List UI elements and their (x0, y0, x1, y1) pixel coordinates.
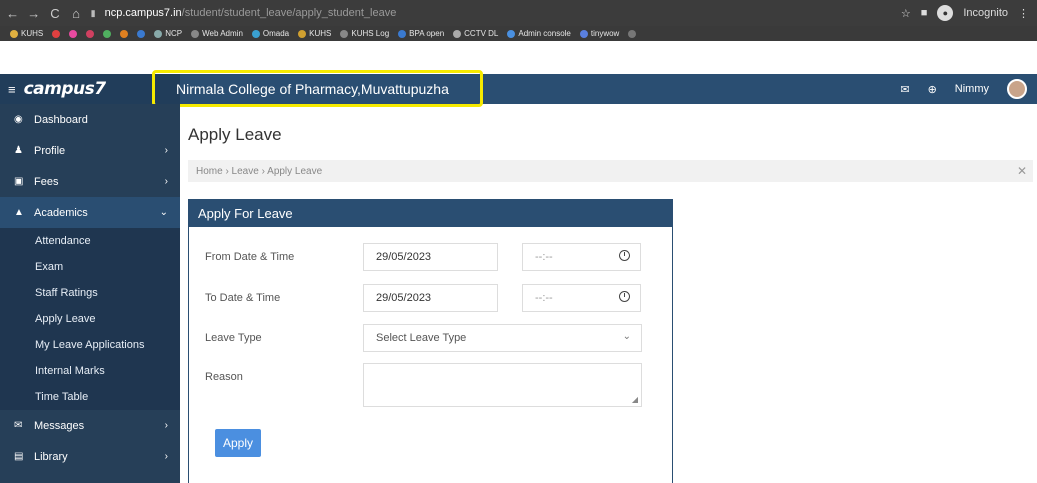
from-time-input[interactable]: --:-- (522, 243, 641, 271)
to-date-input[interactable]: 29/05/2023 (363, 284, 498, 312)
bookmarks-bar: KUHS NCP Web Admin Omada KUHS KUHS Log B… (0, 26, 1037, 41)
user-icon: ♟ (14, 145, 23, 156)
sidebar-subitem-apply-leave[interactable]: Apply Leave (0, 306, 180, 332)
sidebar-item-library[interactable]: ▤ Library › (0, 441, 180, 472)
header-actions: ✉ ⊕ Nimmy (900, 74, 1027, 104)
bookmark-item[interactable]: KUHS (10, 29, 43, 38)
sidebar-subitem-staff-ratings[interactable]: Staff Ratings (0, 280, 180, 306)
page-title: Apply Leave (188, 125, 282, 144)
sidebar-item-fees[interactable]: ▣ Fees › (0, 166, 180, 197)
bookmark-item[interactable]: Omada (251, 29, 289, 38)
bookmark-item[interactable]: tinywow (579, 29, 619, 38)
bookmark-item[interactable]: Admin console (507, 29, 571, 38)
envelope-icon[interactable]: ✉ (900, 83, 909, 96)
sidebar: ◉ Dashboard ♟ Profile › ▣ Fees › ▲ Acade… (0, 104, 180, 483)
envelope-icon: ✉ (14, 420, 23, 431)
sidebar-subitem-my-leave-applications[interactable]: My Leave Applications (0, 332, 180, 358)
bookmark-icon-only[interactable] (103, 29, 112, 38)
close-icon[interactable]: ✕ (1017, 164, 1027, 178)
bookmark-item[interactable]: CCTV DL (453, 29, 498, 38)
bookmark-item[interactable]: NCP (154, 29, 182, 38)
address-bar[interactable]: ▮ ncp.campus7.in /student/student_leave/… (91, 3, 901, 23)
book-icon: ▤ (14, 451, 24, 462)
highlight-annotation (152, 70, 483, 107)
leave-type-label: Leave Type (205, 332, 262, 344)
logo: campus7 (23, 79, 106, 99)
bookmark-icon-only[interactable] (69, 29, 78, 38)
sidebar-item-dashboard[interactable]: ◉ Dashboard (0, 104, 180, 135)
forward-icon[interactable]: → (25, 6, 42, 21)
chevron-down-icon: ⌄ (622, 331, 631, 342)
sidebar-subitem-attendance[interactable]: Attendance (0, 228, 180, 254)
browser-actions: ☆ ■ ● Incognito ⋮ (901, 5, 1037, 21)
avatar[interactable] (1007, 79, 1027, 99)
from-date-label: From Date & Time (205, 251, 295, 263)
sidebar-subitem-internal-marks[interactable]: Internal Marks (0, 358, 180, 384)
bookmark-icon-only[interactable] (628, 29, 637, 38)
sidebar-item-profile[interactable]: ♟ Profile › (0, 135, 180, 166)
breadcrumb-text[interactable]: Home › Leave › Apply Leave (196, 166, 322, 177)
chevron-right-icon: › (164, 451, 168, 462)
tab-icon[interactable]: ■ (921, 7, 928, 19)
help-icon[interactable]: ⊕ (928, 83, 937, 96)
graduation-cap-icon: ▲ (14, 207, 24, 218)
chevron-right-icon: › (164, 145, 168, 156)
bookmark-item[interactable]: KUHS (298, 29, 331, 38)
url-host: ncp.campus7.in (104, 7, 182, 19)
user-name[interactable]: Nimmy (955, 83, 989, 95)
leave-type-select[interactable]: Select Leave Type ⌄ (363, 324, 642, 352)
sidebar-item-academics[interactable]: ▲ Academics ⌄ (0, 197, 180, 228)
incognito-icon[interactable]: ● (937, 5, 954, 21)
sidebar-item-messages[interactable]: ✉ Messages › (0, 410, 180, 441)
apply-button[interactable]: Apply (215, 429, 261, 457)
hamburger-icon[interactable]: ≡ (8, 82, 16, 97)
bookmark-item[interactable]: BPA open (398, 29, 444, 38)
bookmark-icon-only[interactable] (52, 29, 61, 38)
clock-icon[interactable] (619, 250, 630, 261)
back-icon[interactable]: ← (4, 6, 21, 21)
breadcrumb: Home › Leave › Apply Leave ✕ (188, 160, 1033, 182)
resize-handle-icon[interactable]: ◢ (632, 395, 638, 404)
browser-toolbar: ← → C ⌂ ▮ ncp.campus7.in /student/studen… (0, 0, 1037, 26)
reason-label: Reason (205, 371, 243, 383)
bookmark-item[interactable]: Web Admin (191, 29, 243, 38)
bookmark-item[interactable]: KUHS Log (340, 29, 389, 38)
to-time-input[interactable]: --:-- (522, 284, 641, 312)
from-date-input[interactable]: 29/05/2023 (363, 243, 498, 271)
chevron-right-icon: › (164, 176, 168, 187)
bookmark-icon-only[interactable] (137, 29, 146, 38)
dashboard-icon: ◉ (14, 114, 23, 125)
clock-icon[interactable] (619, 291, 630, 302)
chevron-down-icon: ⌄ (159, 207, 168, 218)
sidebar-subitem-exam[interactable]: Exam (0, 254, 180, 280)
reload-icon[interactable]: C (46, 6, 63, 21)
home-icon[interactable]: ⌂ (67, 6, 84, 21)
bookmark-star-icon[interactable]: ☆ (901, 7, 911, 20)
lock-icon: ▮ (90, 7, 96, 18)
menu-icon[interactable]: ⋮ (1018, 7, 1029, 20)
incognito-label: Incognito (963, 7, 1008, 19)
bookmark-icon-only[interactable] (86, 29, 95, 38)
url-path: /student/student_leave/apply_student_lea… (181, 7, 397, 19)
apply-leave-panel: Apply For Leave From Date & Time 29/05/2… (188, 199, 673, 483)
bookmark-icon-only[interactable] (120, 29, 129, 38)
to-date-label: To Date & Time (205, 292, 281, 304)
reason-textarea[interactable]: ◢ (363, 363, 642, 407)
chevron-right-icon: › (164, 420, 168, 431)
panel-title: Apply For Leave (189, 200, 672, 227)
money-icon: ▣ (14, 176, 24, 187)
sidebar-subitem-time-table[interactable]: Time Table (0, 384, 180, 410)
